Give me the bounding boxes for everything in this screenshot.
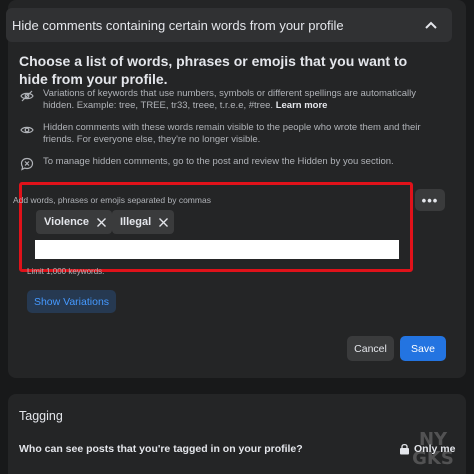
keyword-chip-label: Violence bbox=[44, 216, 90, 228]
tagging-title: Tagging bbox=[19, 409, 63, 423]
info-manage-text: To manage hidden comments, go to the pos… bbox=[43, 156, 394, 167]
comment-x-icon bbox=[19, 156, 35, 172]
keyword-chip-illegal: Illegal bbox=[112, 210, 175, 234]
info-variations-text: Variations of keywords that use numbers,… bbox=[43, 88, 416, 111]
keyword-limit-text: Limit 1,000 keywords. bbox=[27, 267, 105, 276]
info-manage: To manage hidden comments, go to the pos… bbox=[19, 156, 439, 172]
chevron-up-icon[interactable] bbox=[422, 16, 440, 34]
hide-comments-header-title: Hide comments containing certain words f… bbox=[12, 17, 344, 33]
info-variations: Variations of keywords that use numbers,… bbox=[19, 88, 439, 112]
keyword-chip-violence: Violence bbox=[36, 210, 113, 234]
lock-icon bbox=[398, 443, 410, 455]
cancel-button[interactable]: Cancel bbox=[347, 336, 394, 361]
audience-selector[interactable]: Only me bbox=[398, 440, 455, 458]
show-variations-button[interactable]: Show Variations bbox=[27, 290, 116, 313]
keyword-chip-label: Illegal bbox=[120, 216, 152, 228]
keyword-input-label: Add words, phrases or emojis separated b… bbox=[13, 195, 211, 205]
eye-off-icon bbox=[19, 88, 35, 104]
save-button[interactable]: Save bbox=[400, 336, 446, 361]
learn-more-link[interactable]: Learn more bbox=[276, 100, 328, 111]
section-heading: Choose a list of words, phrases or emoji… bbox=[19, 53, 408, 87]
tagging-question: Who can see posts that you're tagged in … bbox=[19, 443, 303, 455]
hide-comments-header[interactable]: Hide comments containing certain words f… bbox=[6, 8, 452, 42]
audience-label: Only me bbox=[414, 443, 456, 455]
close-icon[interactable] bbox=[158, 217, 168, 227]
info-visibility: Hidden comments with these words remain … bbox=[19, 122, 439, 146]
close-icon[interactable] bbox=[96, 217, 106, 227]
eye-icon bbox=[19, 122, 35, 138]
keyword-text-field[interactable] bbox=[35, 240, 399, 259]
more-options-button[interactable]: ••• bbox=[415, 189, 445, 211]
tagging-panel bbox=[8, 394, 466, 474]
info-visibility-text: Hidden comments with these words remain … bbox=[43, 122, 421, 145]
